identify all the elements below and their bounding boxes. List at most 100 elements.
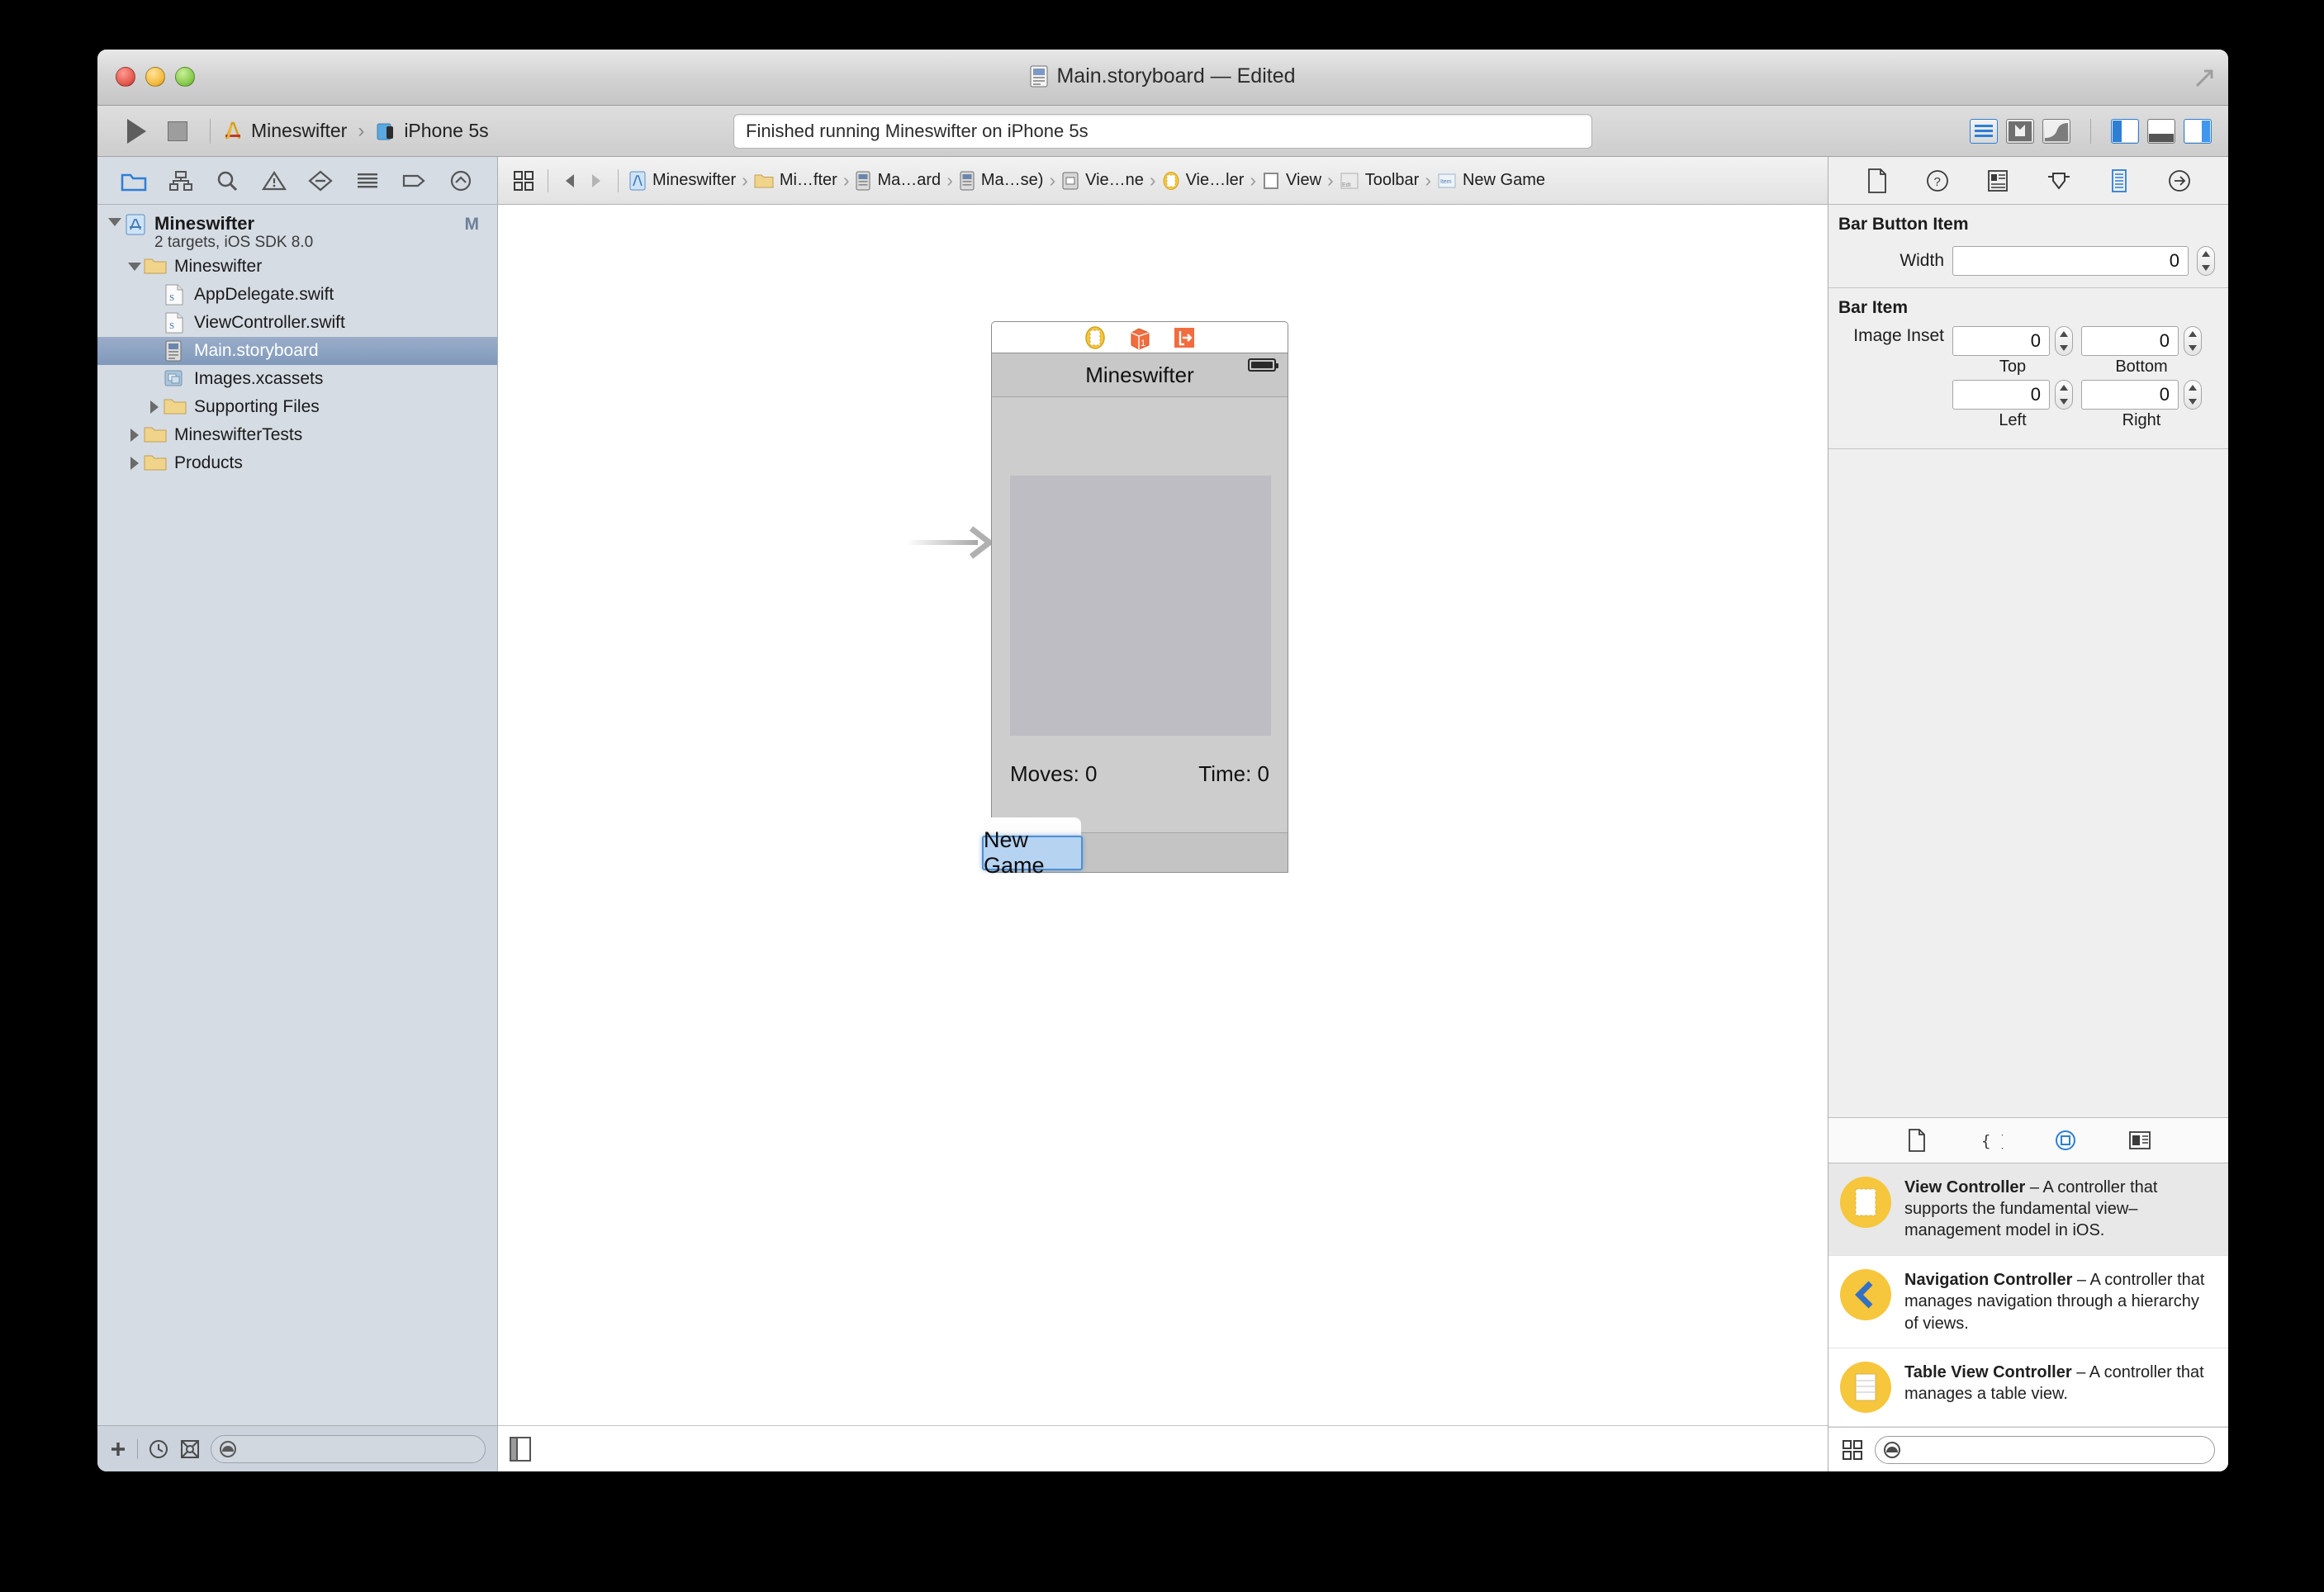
disclosure-triangle[interactable] — [126, 454, 144, 472]
view-controller-scene[interactable]: 1 Mineswifter Moves: 0 Time: 0 New Game — [982, 321, 1288, 878]
library-item-navigation-controller[interactable]: Navigation Controller – A controller tha… — [1828, 1256, 2228, 1348]
breadcrumb-item-storyboard[interactable]: Ma…ard — [855, 171, 941, 191]
quick-help-icon[interactable]: ? — [1923, 166, 1952, 196]
navigator-toggle-button[interactable] — [2111, 118, 2139, 144]
chevron-right-icon: › — [1327, 169, 1334, 191]
new-game-edit-field[interactable]: New Game — [982, 827, 1083, 878]
assistant-editor-button[interactable] — [2006, 118, 2034, 144]
navigation-bar[interactable]: Mineswifter — [992, 353, 1288, 397]
clock-icon[interactable] — [148, 1438, 169, 1460]
library-item-text: Navigation Controller – A controller tha… — [1904, 1269, 2213, 1334]
inset-bottom-stepper[interactable] — [2184, 326, 2202, 356]
storyboard-file-icon — [855, 171, 871, 191]
tree-item-appdelegate[interactable]: S AppDelegate.swift — [97, 281, 497, 309]
project-navigator-icon[interactable] — [118, 165, 149, 197]
folder-icon — [754, 173, 774, 189]
size-inspector-icon[interactable] — [2104, 166, 2134, 196]
forward-arrow-icon[interactable] — [583, 168, 608, 193]
disclosure-triangle[interactable] — [126, 258, 144, 276]
breakpoint-navigator-icon[interactable] — [398, 165, 429, 197]
scheme-destination-label: iPhone 5s — [404, 120, 489, 141]
stop-button[interactable] — [157, 114, 198, 149]
tree-item-mineswifter-tests[interactable]: MineswifterTests — [97, 421, 497, 449]
version-editor-button[interactable] — [2042, 118, 2070, 144]
plus-icon[interactable] — [109, 1440, 127, 1458]
library-bottom-bar — [1828, 1427, 2228, 1471]
width-stepper[interactable] — [2197, 246, 2215, 276]
connections-inspector-icon[interactable] — [2165, 166, 2194, 196]
first-responder-icon[interactable]: 1 — [1127, 325, 1152, 350]
breadcrumb-item-storyboard-base[interactable]: Ma…se) — [959, 171, 1043, 191]
disclosure-triangle[interactable] — [106, 213, 124, 231]
library-item-text: View Controller – A controller that supp… — [1904, 1177, 2213, 1242]
navigator-filter-field[interactable] — [211, 1434, 486, 1463]
library-search-field[interactable] — [1875, 1435, 2215, 1464]
document-outline-icon[interactable] — [510, 1436, 531, 1462]
exit-icon[interactable] — [1173, 326, 1196, 349]
breadcrumb-item-project[interactable]: Mineswifter — [628, 171, 736, 191]
file-inspector-icon[interactable] — [1862, 166, 1892, 196]
utilities-toggle-button[interactable] — [2184, 118, 2212, 144]
report-navigator-icon[interactable] — [445, 165, 477, 197]
tree-item-mineswifter[interactable]: Mineswifter — [97, 253, 497, 281]
breadcrumb-item-group[interactable]: Mi…fter — [754, 171, 837, 190]
standard-editor-button[interactable] — [1970, 118, 1998, 144]
view-controller-icon[interactable] — [1084, 325, 1107, 350]
object-library-icon[interactable] — [2051, 1126, 2080, 1154]
tree-item-main-storyboard[interactable]: Main.storyboard — [97, 337, 497, 365]
breadcrumb-item-new-game[interactable]: Item New Game — [1437, 171, 1545, 191]
breadcrumb-item-view[interactable]: View — [1262, 171, 1321, 191]
back-arrow-icon[interactable] — [558, 168, 583, 193]
source-control-filter-icon[interactable] — [179, 1438, 201, 1460]
find-navigator-icon[interactable] — [211, 165, 243, 197]
inset-top-stepper[interactable] — [2055, 326, 2073, 356]
fullscreen-icon[interactable] — [2194, 68, 2215, 89]
storyboard-canvas[interactable]: 1 Mineswifter Moves: 0 Time: 0 New Game — [498, 205, 1828, 1425]
inset-right-stepper[interactable] — [2184, 380, 2202, 410]
library-item-view-controller[interactable]: View Controller – A controller that supp… — [1828, 1163, 2228, 1256]
project-root-row[interactable]: Mineswifter 2 targets, iOS SDK 8.0 M — [97, 210, 497, 253]
breadcrumb-item-view-controller[interactable]: Vie…ler — [1162, 171, 1244, 191]
inset-left-stepper[interactable] — [2055, 380, 2073, 410]
file-template-library-icon[interactable] — [1903, 1126, 1931, 1154]
inset-left-input[interactable]: 0 — [1952, 380, 2050, 410]
library-item-table-view-controller[interactable]: Table View Controller – A controller tha… — [1828, 1348, 2228, 1427]
grid-view-icon[interactable] — [1842, 1439, 1863, 1461]
toolbar-view[interactable]: New Game — [982, 817, 1288, 878]
inset-bottom-input[interactable]: 0 — [2081, 326, 2179, 356]
code-snippet-library-icon[interactable]: { } — [1977, 1126, 2005, 1154]
test-navigator-icon[interactable] — [305, 165, 336, 197]
disclosure-triangle[interactable] — [126, 426, 144, 444]
issue-navigator-icon[interactable] — [258, 165, 290, 197]
storyboard-file-icon — [164, 340, 187, 362]
breadcrumb-item-scene[interactable]: Vie…ne — [1061, 171, 1144, 191]
tree-item-images-xcassets[interactable]: Images.xcassets — [97, 365, 497, 393]
status-badge: M — [464, 215, 480, 234]
main-toolbar: Mineswifter › iPhone 5s Finished running… — [97, 106, 2228, 157]
title-bar: Main.storyboard — Edited — [97, 50, 2228, 106]
iphone-canvas[interactable]: Mineswifter Moves: 0 Time: 0 New Game — [982, 353, 1288, 878]
tree-item-products[interactable]: Products — [97, 449, 497, 477]
identity-inspector-icon[interactable] — [1983, 166, 2013, 196]
attributes-inspector-icon[interactable] — [2044, 166, 2074, 196]
related-items-icon[interactable] — [510, 167, 538, 195]
game-board-view[interactable] — [1010, 476, 1271, 736]
debug-toggle-button[interactable] — [2147, 118, 2175, 144]
run-button[interactable] — [116, 114, 157, 149]
disclosure-triangle[interactable] — [145, 398, 164, 416]
width-input[interactable]: 0 — [1952, 246, 2189, 276]
swift-file-icon: S — [164, 312, 187, 334]
inset-top-input[interactable]: 0 — [1952, 326, 2050, 356]
tree-item-supporting-files[interactable]: Supporting Files — [97, 393, 497, 421]
symbol-navigator-icon[interactable] — [165, 165, 197, 197]
media-library-icon[interactable] — [2126, 1126, 2154, 1154]
navigation-controller-icon — [1840, 1268, 1891, 1320]
tree-item-viewcontroller[interactable]: S ViewController.swift — [97, 309, 497, 337]
folder-icon — [144, 424, 167, 446]
scheme-selector[interactable]: Mineswifter › iPhone 5s — [222, 120, 489, 143]
toolbar-right-group — [1970, 118, 2212, 144]
breadcrumb-item-toolbar[interactable]: Edt Toolbar — [1340, 171, 1419, 191]
chevron-right-icon: › — [1049, 169, 1056, 191]
inset-right-input[interactable]: 0 — [2081, 380, 2179, 410]
debug-navigator-icon[interactable] — [352, 165, 383, 197]
